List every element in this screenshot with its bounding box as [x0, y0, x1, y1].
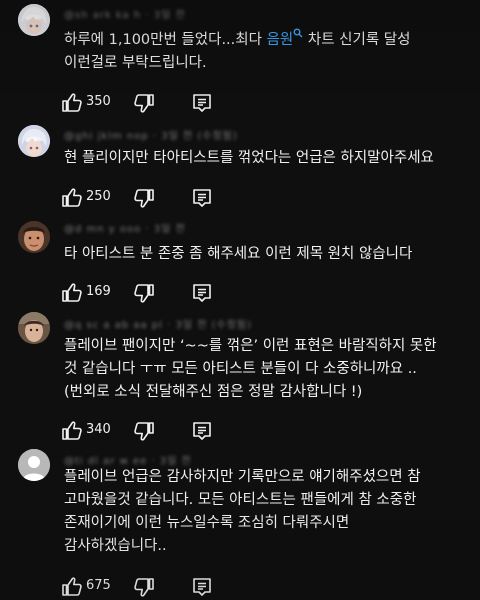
- comment-author-meta[interactable]: @ti dl ar w ee · 3일 전: [64, 452, 192, 467]
- comment-text: 플레이브 팬이지만 ‘~~를 꺾은’ 이런 표현은 바람직하지 못한 것 같습니…: [64, 338, 437, 400]
- comment-text: 플레이브 언급은 감사하지만 기록만으로 얘기해주셨으면 참 고마웠을것 같습니…: [64, 469, 421, 554]
- thumbs-down-icon[interactable]: [132, 91, 156, 115]
- comment-reply-icon[interactable]: [190, 91, 214, 115]
- thumbs-down-icon[interactable]: [132, 575, 156, 599]
- comment-text: 하루에 1,100만번 들었다...최다 음원 차트 신기록 달성 이런걸로 부…: [64, 28, 460, 75]
- search-link-label[interactable]: 음원: [267, 32, 294, 48]
- comment-author-meta[interactable]: @ghi jklm nop · 3일 전 (수정됨): [64, 127, 238, 142]
- like-count: 675: [86, 578, 111, 593]
- like-count: 250: [86, 189, 111, 204]
- search-link[interactable]: 음원: [267, 28, 304, 48]
- comment-actions: 340: [60, 419, 260, 443]
- thumbs-up-icon[interactable]: [60, 186, 84, 210]
- comment-actions: 250: [60, 186, 260, 210]
- thumbs-up-icon[interactable]: [60, 91, 84, 115]
- search-icon[interactable]: [293, 28, 303, 38]
- thumbs-up-icon[interactable]: [60, 575, 84, 599]
- comment-reply-icon[interactable]: [190, 186, 214, 210]
- avatar[interactable]: [18, 312, 50, 344]
- thumbs-down-icon[interactable]: [132, 419, 156, 443]
- comment-reply-icon[interactable]: [190, 419, 214, 443]
- thumbs-down-icon[interactable]: [132, 186, 156, 210]
- comment-author-meta[interactable]: @sh ark ka h · 3일 전: [64, 6, 186, 21]
- like-count: 350: [86, 94, 111, 109]
- comment-actions: 675: [60, 575, 260, 599]
- avatar[interactable]: [18, 4, 50, 36]
- avatar[interactable]: [18, 125, 50, 157]
- avatar[interactable]: [18, 449, 50, 481]
- comment-text: 타 아티스트 분 존중 좀 해주세요 이런 제목 원치 않습니다: [64, 246, 413, 262]
- like-count: 169: [86, 284, 111, 299]
- thumbs-up-icon[interactable]: [60, 419, 84, 443]
- thumbs-down-icon[interactable]: [132, 281, 156, 305]
- comment-actions: 350: [60, 91, 260, 115]
- avatar[interactable]: [18, 221, 50, 253]
- like-count: 340: [86, 422, 111, 437]
- comment-actions: 169: [60, 281, 260, 305]
- comment-reply-icon[interactable]: [190, 575, 214, 599]
- thumbs-up-icon[interactable]: [60, 281, 84, 305]
- comment-text-part: 하루에 1,100만번 들었다...최다: [64, 31, 267, 48]
- comment-reply-icon[interactable]: [190, 281, 214, 305]
- comment-text: 현 플리이지만 타아티스트를 꺾었다는 언급은 하지말아주세요: [64, 150, 434, 166]
- comment-author-meta[interactable]: @q sc a ab aa pl · 3일 전 (수정됨): [64, 316, 252, 331]
- comment-author-meta[interactable]: @d mn y ooo · 3일 전: [64, 220, 186, 235]
